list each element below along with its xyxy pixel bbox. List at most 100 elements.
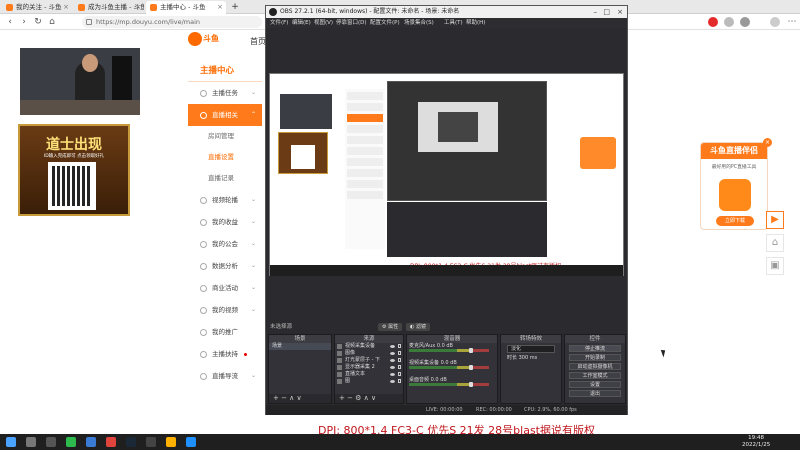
new-tab-button[interactable]: + [228, 1, 242, 14]
eye-icon[interactable] [390, 359, 395, 362]
sidebar-subitem-room[interactable]: 房间管理 [188, 126, 262, 147]
lock-icon[interactable] [398, 379, 401, 383]
douyu-favicon-icon [6, 4, 13, 11]
app-icon[interactable] [106, 437, 116, 447]
eye-icon[interactable] [390, 352, 395, 355]
eye-icon[interactable] [390, 345, 395, 348]
source-item[interactable]: 图 [335, 378, 403, 385]
close-icon[interactable]: × [63, 1, 69, 14]
sidebar-item-my-videos[interactable]: 我的视频 ⌄ [188, 299, 262, 321]
menu-scene-collection[interactable]: 场景集合(S) [404, 18, 434, 28]
start-virtual-camera-button[interactable]: 启动虚拟摄像机 [569, 363, 621, 370]
close-icon[interactable]: × [135, 1, 141, 14]
sidebar-item-tasks[interactable]: 主播任务 ⌄ [188, 82, 262, 104]
mixer-channel[interactable]: 桌面音频 0.0 dB [409, 378, 495, 387]
mixer-channel[interactable]: 麦克风/Aux 0.0 dB [409, 344, 495, 353]
sidebar-item-business[interactable]: 商业活动 ⌄ [188, 277, 262, 299]
chevron-down-icon: ⌄ [250, 196, 256, 203]
menu-docks[interactable]: 停靠窗口(D) [336, 18, 367, 28]
wechat-icon[interactable] [66, 437, 76, 447]
studio-mode-button[interactable]: 工作室模式 [569, 372, 621, 379]
screen-icon[interactable]: ▣ [766, 257, 784, 275]
more-icon[interactable]: ⋯ [786, 16, 798, 28]
lock-icon[interactable] [398, 372, 401, 376]
source-item[interactable]: 视频采集设备 [335, 343, 403, 350]
reload-icon[interactable]: ↻ [32, 16, 44, 28]
close-icon[interactable]: × [617, 6, 623, 18]
transition-select[interactable]: 淡化 [507, 345, 555, 353]
duration-input[interactable]: 300 ms [519, 355, 538, 361]
menu-view[interactable]: 视图(V) [314, 18, 333, 28]
menu-tools[interactable]: 工具(T) [444, 18, 463, 28]
sidebar-item-video-carousel[interactable]: 视频轮播 ⌄ [188, 189, 262, 211]
properties-button[interactable]: ⚙ 属性 [378, 323, 403, 331]
profile-icon[interactable] [770, 17, 780, 27]
sidebar-item-promotion[interactable]: 我的推广 [188, 321, 262, 343]
lock-icon[interactable] [398, 358, 401, 362]
close-icon[interactable]: × [763, 138, 772, 147]
home-icon[interactable]: ⌂ [766, 234, 784, 252]
home-link[interactable]: 首页 [250, 36, 266, 47]
lock-icon[interactable] [398, 351, 401, 355]
forward-icon[interactable]: › [18, 16, 30, 28]
settings-button[interactable]: 设置 [569, 381, 621, 388]
obs-preview-canvas[interactable]: DPI: 800*1.4 FC3-C 优先S 21发 28号blast强过有版权 [269, 73, 624, 276]
sidebar-item-live[interactable]: 直播相关 ⌃ [188, 104, 262, 126]
minimize-icon[interactable]: – [594, 6, 598, 18]
extension-icon[interactable] [724, 17, 734, 27]
obs-icon[interactable] [146, 437, 156, 447]
exit-button[interactable]: 退出 [569, 390, 621, 397]
extension-icon[interactable] [708, 17, 718, 27]
home-icon[interactable]: ⌂ [46, 16, 58, 28]
search-icon[interactable] [26, 437, 36, 447]
play-icon[interactable]: ▶ [766, 211, 784, 229]
maximize-icon[interactable]: □ [603, 6, 610, 18]
menu-profile[interactable]: 配置文件(P) [370, 18, 400, 28]
edge-icon[interactable] [186, 437, 196, 447]
lock-icon[interactable] [398, 344, 401, 348]
start-recording-button[interactable]: 开始录制 [569, 354, 621, 361]
volume-slider[interactable] [469, 382, 473, 387]
sidebar-subitem-live-settings[interactable]: 直播设置 [188, 147, 262, 168]
source-item[interactable]: 灯光蒙层子 - 下 [335, 357, 403, 364]
favorites-icon[interactable] [740, 17, 750, 27]
browser-tab-3[interactable]: 主播中心 - 斗鱼 × [146, 1, 226, 14]
folder-icon[interactable] [166, 437, 176, 447]
system-clock[interactable]: 19:48 2022/1/25 [742, 435, 770, 449]
eye-icon[interactable] [390, 366, 395, 369]
browser-tab-1[interactable]: 我的关注 - 斗鱼 × [2, 1, 72, 14]
menu-file[interactable]: 文件(F) [270, 18, 288, 28]
sidebar-item-analytics[interactable]: 数据分析 ⌄ [188, 255, 262, 277]
sidebar-item-guild[interactable]: 我的公会 ⌄ [188, 233, 262, 255]
close-icon[interactable]: × [217, 1, 223, 14]
steam-icon[interactable] [126, 437, 136, 447]
sidebar-item-earnings[interactable]: 我的收益 ⌄ [188, 211, 262, 233]
menu-help[interactable]: 帮助(H) [466, 18, 485, 28]
eye-icon[interactable] [390, 373, 395, 376]
source-item[interactable]: 显示器采集 2 [335, 364, 403, 371]
menu-edit[interactable]: 编辑(E) [292, 18, 311, 28]
volume-slider[interactable] [469, 348, 473, 353]
douyu-logo[interactable]: 斗鱼 [188, 30, 224, 50]
eye-icon[interactable] [390, 380, 395, 383]
volume-slider[interactable] [469, 365, 473, 370]
app-icon[interactable] [86, 437, 96, 447]
sidebar-item-traffic[interactable]: 直播导流 ⌄ [188, 365, 262, 387]
lock-icon[interactable] [398, 365, 401, 369]
source-item[interactable]: 图像 [335, 350, 403, 357]
sidebar-subitem-records[interactable]: 直播记录 [188, 168, 262, 189]
douyu-companion-widget[interactable]: 斗鱼直播伴侣 最好用的PC直播工具 立即下载 [700, 142, 768, 230]
scene-item[interactable]: 场景 [269, 343, 331, 350]
source-item[interactable]: 直播文本 [335, 371, 403, 378]
download-button[interactable]: 立即下载 [716, 216, 754, 226]
stop-streaming-button[interactable]: 停止推流 [569, 345, 621, 352]
megaphone-icon [200, 329, 207, 336]
browser-tab-2[interactable]: 成为斗鱼主播 - 斗鱼 × [74, 1, 144, 14]
back-icon[interactable]: ‹ [4, 16, 16, 28]
filters-button[interactable]: ◐ 滤镜 [406, 323, 430, 331]
windows-start-icon[interactable] [6, 437, 16, 447]
mixer-channel[interactable]: 视频采集设备 0.0 dB [409, 361, 495, 370]
sidebar-item-support[interactable]: 主播扶持 [188, 343, 262, 365]
task-view-icon[interactable] [46, 437, 56, 447]
url-input[interactable]: https://mp.douyu.com/live/main [82, 16, 262, 28]
